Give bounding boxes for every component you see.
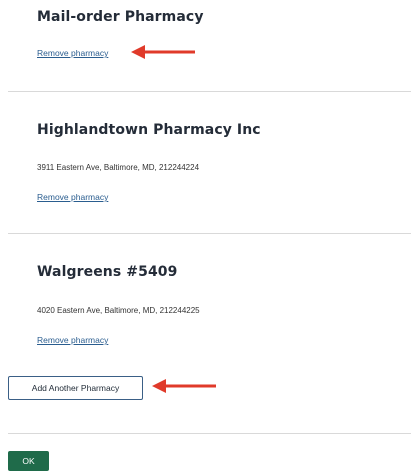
divider — [8, 91, 411, 92]
ok-button[interactable]: OK — [8, 451, 49, 471]
pharmacy-address: 4020 Eastern Ave, Baltimore, MD, 2122442… — [37, 306, 200, 315]
annotation-arrow-icon — [131, 45, 195, 59]
remove-pharmacy-link[interactable]: Remove pharmacy — [37, 192, 108, 202]
pharmacy-name: Highlandtown Pharmacy Inc — [37, 122, 261, 138]
remove-pharmacy-link[interactable]: Remove pharmacy — [37, 48, 108, 58]
annotation-arrow-icon — [152, 379, 216, 393]
pharmacy-name: Mail-order Pharmacy — [37, 9, 204, 25]
pharmacy-address: 3911 Eastern Ave, Baltimore, MD, 2122442… — [37, 163, 200, 172]
remove-pharmacy-link[interactable]: Remove pharmacy — [37, 335, 108, 345]
add-another-pharmacy-button[interactable]: Add Another Pharmacy — [8, 376, 143, 400]
divider — [8, 233, 411, 234]
divider — [8, 433, 411, 434]
pharmacy-name: Walgreens #5409 — [37, 264, 178, 280]
